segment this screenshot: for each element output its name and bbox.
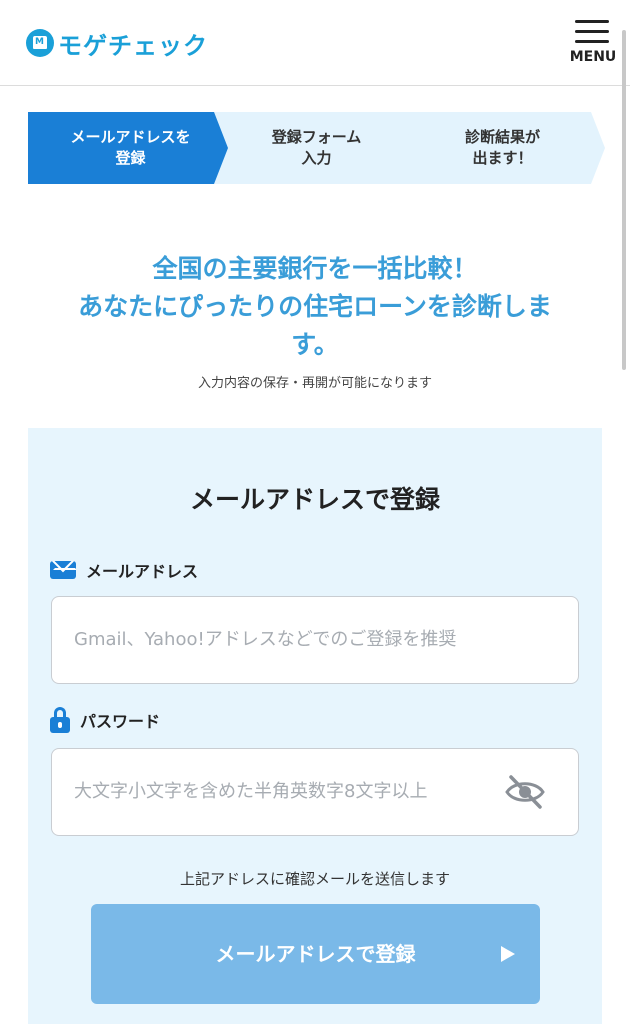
headline-line: 全国の主要銀行を一括比較！: [152, 254, 478, 283]
lock-icon: [50, 707, 70, 733]
step-registration-form: 登録フォーム 入力: [214, 112, 419, 184]
hamburger-bar: [575, 30, 609, 33]
password-label-row: パスワード: [50, 707, 161, 733]
headline-line: あなたにぴったりの住宅ローンを診断しま: [78, 292, 552, 321]
menu-button[interactable]: MENU: [566, 18, 620, 68]
email-label: メールアドレス: [86, 562, 199, 581]
step-diagnosis-result: 診断結果が 出ます！: [400, 112, 605, 184]
site-header: M モゲチェック MENU: [0, 0, 630, 86]
password-input[interactable]: [74, 749, 554, 834]
email-input[interactable]: [74, 597, 554, 682]
headline-line: す。: [291, 330, 339, 359]
house-logo-icon: M: [26, 29, 54, 57]
hero-headline: 全国の主要銀行を一括比較！ あなたにぴったりの住宅ローンを診断しま す。: [30, 250, 600, 364]
brand-name: モゲチェック: [58, 31, 208, 60]
hamburger-menu-icon: [575, 20, 609, 23]
password-label: パスワード: [80, 712, 161, 731]
menu-label: MENU: [569, 49, 617, 65]
play-arrow-icon: [501, 946, 515, 962]
register-button-label: メールアドレスで登録: [215, 942, 416, 966]
register-with-email-button[interactable]: メールアドレスで登録: [91, 904, 540, 1004]
password-field-box[interactable]: [51, 748, 579, 836]
progress-steps: メールアドレスを 登録 登録フォーム 入力 診断結果が 出ます！: [28, 112, 602, 184]
confirmation-email-notice: 上記アドレスに確認メールを送信します: [179, 870, 450, 888]
save-resume-note: 入力内容の保存・再開が可能になります: [197, 376, 432, 391]
email-label-row: メールアドレス: [50, 558, 198, 582]
step-email-registration: メールアドレスを 登録: [28, 112, 233, 184]
email-registration-card: メールアドレスで登録 メールアドレス パスワード 上記アドレスに確認メールを送信…: [28, 428, 602, 1024]
email-field-box[interactable]: [51, 596, 579, 684]
envelope-icon: [50, 561, 76, 579]
form-title: メールアドレスで登録: [189, 485, 440, 514]
hamburger-bar: [575, 40, 609, 43]
brand-logo[interactable]: M モゲチェック: [26, 26, 208, 60]
eye-slash-icon[interactable]: [504, 773, 546, 811]
scrollbar-thumb[interactable]: [622, 30, 626, 370]
logo-mark-letter: M: [35, 37, 44, 47]
